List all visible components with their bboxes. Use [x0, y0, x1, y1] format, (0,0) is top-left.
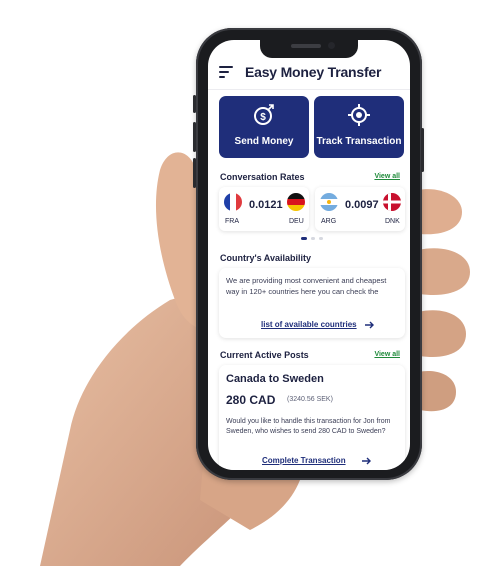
- pager-dot[interactable]: [311, 237, 315, 240]
- page-title: Easy Money Transfer: [245, 64, 382, 80]
- volume-button: [193, 122, 196, 152]
- target-icon: [348, 104, 370, 126]
- posts-section-title: Current Active Posts: [220, 350, 309, 360]
- pager-dot-active[interactable]: [301, 237, 307, 240]
- volume-button: [193, 95, 196, 113]
- svg-text:$: $: [260, 112, 266, 123]
- complete-transaction-link[interactable]: Complete Transaction: [262, 456, 346, 465]
- volume-button: [193, 158, 196, 188]
- flag-denmark-icon: [383, 193, 401, 211]
- post-route: Canada to Sweden: [226, 373, 324, 385]
- rates-view-all-link[interactable]: View all: [374, 173, 400, 180]
- power-button: [421, 128, 424, 172]
- arrow-right-icon: [365, 321, 374, 329]
- rate-card[interactable]: ARG 0.0097 DNK: [315, 187, 405, 231]
- pager-dot[interactable]: [319, 237, 323, 240]
- send-money-label: Send Money: [234, 136, 294, 147]
- rate-from-code: FRA: [225, 218, 239, 225]
- flag-germany-icon: [287, 193, 305, 211]
- availability-text: We are providing most convenient and che…: [226, 276, 387, 296]
- rate-to-code: DEU: [289, 218, 304, 225]
- phone-notch: [260, 40, 358, 58]
- availability-section-title: Country's Availability: [220, 253, 311, 263]
- availability-card: We are providing most convenient and che…: [219, 268, 405, 338]
- post-card: Canada to Sweden 280 CAD (3240.56 SEK) W…: [219, 365, 405, 470]
- rate-card[interactable]: FRA 0.0121 DEU: [219, 187, 309, 231]
- phone-camera: [328, 42, 335, 49]
- rates-carousel[interactable]: FRA 0.0121 DEU ARG 0.0097 DNK: [219, 187, 407, 231]
- flag-argentina-icon: [320, 193, 338, 211]
- post-description: Would you like to handle this transactio…: [226, 418, 391, 435]
- carousel-pager[interactable]: [301, 237, 331, 241]
- rates-section-title: Conversation Rates: [220, 172, 305, 182]
- app-header: Easy Money Transfer: [208, 60, 410, 84]
- send-money-button[interactable]: $ Send Money: [219, 96, 309, 158]
- header-divider: [208, 89, 410, 90]
- rate-from-code: ARG: [321, 218, 337, 225]
- rate-value: 0.0121: [249, 199, 283, 211]
- menu-icon[interactable]: [219, 66, 233, 78]
- flag-france-icon: [224, 193, 242, 211]
- app-screen: Easy Money Transfer $ Send Money Track T…: [208, 40, 410, 470]
- track-transaction-label: Track Transaction: [316, 136, 402, 147]
- arrow-right-icon: [362, 457, 371, 465]
- phone-speaker: [291, 44, 321, 48]
- post-amount: 280 CAD: [226, 393, 276, 407]
- money-send-icon: $: [254, 104, 274, 125]
- rate-value: 0.0097: [345, 199, 379, 211]
- track-transaction-button[interactable]: Track Transaction: [314, 96, 404, 158]
- available-countries-link[interactable]: list of available countries: [261, 320, 357, 329]
- post-converted-amount: (3240.56 SEK): [287, 396, 333, 403]
- rate-to-code: DNK: [385, 218, 400, 225]
- posts-view-all-link[interactable]: View all: [374, 351, 400, 358]
